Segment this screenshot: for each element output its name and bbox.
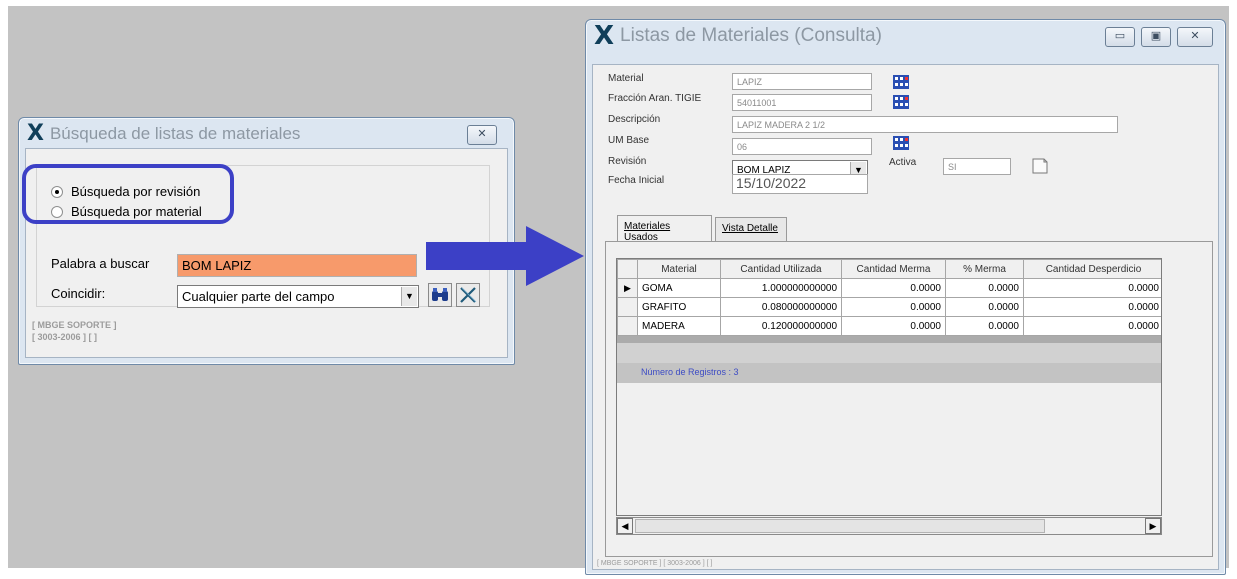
table-row[interactable]: GRAFITO 0.080000000000 0.0000 0.0000 0.0… [617, 297, 1161, 317]
table-cell[interactable]: 0.0000 [1023, 316, 1161, 336]
minimize-button[interactable]: ▭ [1105, 27, 1135, 47]
table-row[interactable]: MADERA 0.120000000000 0.0000 0.0000 0.00… [617, 316, 1161, 336]
binoculars-icon [432, 288, 448, 301]
match-select-value: Cualquier parte del campo [182, 289, 335, 304]
scroll-thumb[interactable] [635, 519, 1045, 533]
materials-window-footer: [ MBGE SOPORTE ] [ 3003-2006 ] [ ] [597, 560, 713, 567]
tab-vista-detalle[interactable]: Vista Detalle [715, 217, 787, 241]
descripcion-field[interactable]: LAPIZ MADERA 2 1/2 [732, 116, 1118, 133]
close-button[interactable]: ✕ [467, 125, 497, 145]
tab-vista-detalle-label: Vista Detalle [722, 223, 778, 234]
match-select[interactable]: Cualquier parte del campo ▼ [177, 285, 419, 308]
activa-label: Activa [889, 157, 917, 168]
grid-empty-row [617, 343, 1161, 363]
table-cell[interactable]: GOMA [637, 278, 721, 298]
table-cell[interactable]: 0.0000 [1023, 278, 1161, 298]
search-word-label: Palabra a buscar [51, 256, 150, 271]
table-header-row: Material Cantidad Utilizada Cantidad Mer… [617, 259, 1161, 279]
picker-icon[interactable] [893, 75, 909, 89]
footer-line-1: [ MBGE SOPORTE ] [32, 320, 117, 330]
search-dialog-titlebar[interactable]: X Búsqueda de listas de materiales ✕ [19, 118, 514, 150]
document-icon[interactable] [1031, 157, 1049, 175]
chevron-down-icon[interactable]: ▼ [401, 287, 417, 306]
table-cell[interactable]: 0.0000 [1023, 297, 1161, 317]
tabs-container: Materiales Usados Vista Detalle Material… [605, 215, 1213, 557]
close-icon: ✕ [477, 128, 487, 140]
table-cell[interactable]: 0.0000 [945, 297, 1024, 317]
match-label: Coincidir: [51, 286, 106, 301]
minimize-icon: ▭ [1114, 30, 1126, 42]
fraccion-field[interactable]: 54011001 [732, 94, 872, 111]
app-logo-icon: X [594, 21, 615, 51]
fraccion-label: Fracción Aran. TIGIE [608, 93, 702, 104]
maximize-button[interactable]: ▣ [1141, 27, 1171, 47]
fecha-inicial-field[interactable]: 15/10/2022 [732, 174, 868, 194]
scroll-left-icon[interactable]: ◀ [617, 518, 633, 534]
column-header[interactable]: % Merma [945, 259, 1024, 279]
table-cell[interactable]: 0.0000 [841, 278, 946, 298]
grid-empty-area [617, 383, 1161, 515]
scroll-right-icon[interactable]: ▶ [1145, 518, 1161, 534]
search-dialog-footer: [ MBGE SOPORTE ] [ 3003-2006 ] [ ] [32, 319, 117, 343]
row-indicator [617, 297, 638, 317]
cancel-button[interactable] [456, 283, 480, 307]
materials-window: X Listas de Materiales (Consulta) ▭ ▣ ✕ … [585, 19, 1226, 575]
table-cell[interactable]: 0.0000 [945, 316, 1024, 336]
table-cell[interactable]: 0.0000 [841, 316, 946, 336]
table-cell[interactable]: 0.0000 [945, 278, 1024, 298]
tab-panel: Material Cantidad Utilizada Cantidad Mer… [605, 241, 1213, 557]
footer-line-2: [ 3003-2006 ] [ ] [32, 332, 98, 342]
close-x-icon [460, 287, 477, 303]
search-dialog-title: Búsqueda de listas de materiales [49, 124, 301, 143]
revision-label: Revisión [608, 156, 647, 167]
record-count: Número de Registros : 3 [617, 363, 1161, 383]
find-button[interactable] [428, 283, 452, 307]
column-header[interactable]: Cantidad Utilizada [720, 259, 842, 279]
arrow-annotation-icon [426, 226, 584, 286]
current-row-indicator-icon: ▶ [617, 278, 638, 298]
table-cell[interactable]: GRAFITO [637, 297, 721, 317]
materials-grid: Material Cantidad Utilizada Cantidad Mer… [616, 258, 1162, 516]
fecha-inicial-label: Fecha Inicial [608, 175, 665, 186]
table-cell[interactable]: MADERA [637, 316, 721, 336]
material-label: Material [608, 73, 644, 84]
maximize-icon: ▣ [1150, 30, 1162, 42]
table-cell[interactable]: 1.000000000000 [720, 278, 842, 298]
picker-icon[interactable] [893, 136, 909, 150]
column-header[interactable]: Material [637, 259, 721, 279]
descripcion-label: Descripción [608, 114, 661, 125]
app-logo-icon: X [27, 121, 44, 146]
table-cell[interactable]: 0.120000000000 [720, 316, 842, 336]
column-header[interactable]: Cantidad Merma [841, 259, 946, 279]
close-icon: ✕ [1190, 30, 1200, 42]
activa-field[interactable]: SI [943, 158, 1011, 175]
column-header[interactable]: Cantidad Desperdicio [1023, 259, 1161, 279]
materials-table: Material Cantidad Utilizada Cantidad Mer… [617, 259, 1161, 336]
row-indicator-header [617, 259, 638, 279]
um-base-label: UM Base [608, 135, 650, 146]
table-cell[interactable]: 0.080000000000 [720, 297, 842, 317]
tab-materiales-usados[interactable]: Materiales Usados [617, 215, 712, 243]
search-input[interactable]: BOM LAPIZ [177, 254, 417, 277]
radio-highlight-annotation [22, 164, 234, 224]
picker-icon[interactable] [893, 95, 909, 109]
materials-window-titlebar[interactable]: X Listas de Materiales (Consulta) ▭ ▣ ✕ [586, 20, 1225, 52]
um-base-field[interactable]: 06 [732, 138, 872, 155]
row-indicator [617, 316, 638, 336]
materials-window-title: Listas de Materiales (Consulta) [620, 25, 882, 46]
materials-window-client: Material LAPIZ Fracción Aran. TIGIE 5401… [592, 64, 1219, 570]
table-cell[interactable]: 0.0000 [841, 297, 946, 317]
horizontal-scrollbar[interactable]: ◀ ▶ [616, 517, 1162, 535]
table-row[interactable]: ▶ GOMA 1.000000000000 0.0000 0.0000 0.00… [617, 278, 1161, 298]
material-field[interactable]: LAPIZ [732, 73, 872, 90]
close-button[interactable]: ✕ [1177, 27, 1213, 47]
tab-materiales-usados-label: Materiales Usados [624, 221, 671, 243]
